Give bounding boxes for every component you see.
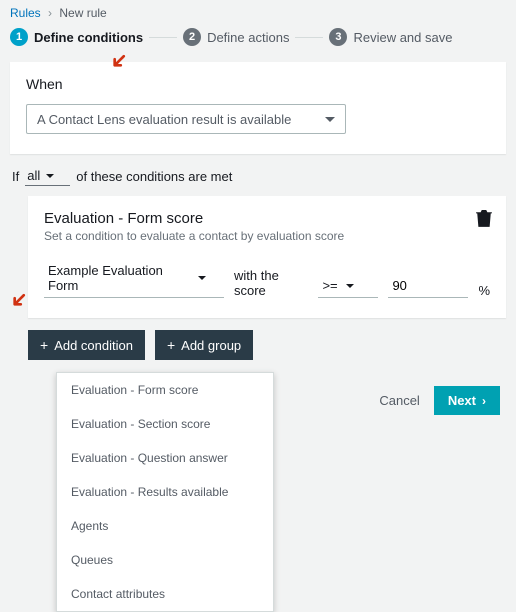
breadcrumb-current: New rule <box>59 6 106 20</box>
wizard-footer-actions: Cancel Next › <box>256 374 516 427</box>
when-trigger-select[interactable]: A Contact Lens evaluation result is avai… <box>26 104 346 134</box>
clause-suffix: of these conditions are met <box>76 169 232 184</box>
operator-value: >= <box>322 278 337 293</box>
trash-icon <box>476 210 492 228</box>
score-value-input[interactable] <box>388 274 468 298</box>
operator-select[interactable]: >= <box>318 274 378 298</box>
step-label: Define actions <box>207 30 289 45</box>
step-review-save[interactable]: 3 Review and save <box>329 28 452 46</box>
condition-buttons-row: + Add condition + Add group Evaluation -… <box>28 330 516 360</box>
add-group-label: Add group <box>181 338 241 353</box>
when-card: When A Contact Lens evaluation result is… <box>10 62 506 154</box>
next-button[interactable]: Next › <box>434 386 500 415</box>
when-trigger-value: A Contact Lens evaluation result is avai… <box>37 112 291 127</box>
clause-mode-select[interactable]: all <box>25 166 70 186</box>
menu-item-question-answer[interactable]: Evaluation - Question answer <box>57 441 273 475</box>
when-label: When <box>26 76 490 92</box>
condition-form-row: Example Evaluation Form with the score >… <box>44 259 490 298</box>
chevron-down-icon <box>325 117 335 122</box>
evaluation-form-select[interactable]: Example Evaluation Form <box>44 259 224 298</box>
condition-clause-row: If all of these conditions are met <box>0 166 516 196</box>
breadcrumb-separator: › <box>48 6 52 20</box>
step-connector <box>295 37 323 38</box>
next-label: Next <box>448 393 476 408</box>
condition-subtitle: Set a condition to evaluate a contact by… <box>44 229 490 243</box>
menu-item-section-score[interactable]: Evaluation - Section score <box>57 407 273 441</box>
step-label: Review and save <box>353 30 452 45</box>
menu-item-agents[interactable]: Agents <box>57 509 273 543</box>
evaluation-form-value: Example Evaluation Form <box>48 263 190 293</box>
plus-icon: + <box>40 337 48 353</box>
add-condition-button[interactable]: + Add condition <box>28 330 145 360</box>
step-number: 3 <box>329 28 347 46</box>
delete-condition-button[interactable] <box>476 210 492 231</box>
add-condition-dropdown: Evaluation - Form score Evaluation - Sec… <box>56 372 274 612</box>
plus-icon: + <box>167 337 175 353</box>
breadcrumb-root-link[interactable]: Rules <box>10 6 41 20</box>
step-connector <box>149 37 177 38</box>
chevron-down-icon <box>46 174 54 178</box>
step-define-conditions[interactable]: 1 Define conditions <box>10 28 143 46</box>
menu-item-contact-attributes[interactable]: Contact attributes <box>57 577 273 611</box>
chevron-right-icon: › <box>482 394 486 408</box>
menu-item-results-available[interactable]: Evaluation - Results available <box>57 475 273 509</box>
step-number: 2 <box>183 28 201 46</box>
add-group-button[interactable]: + Add group <box>155 330 253 360</box>
clause-mode-value: all <box>27 168 40 183</box>
chevron-down-icon <box>198 276 206 280</box>
breadcrumb: Rules › New rule <box>0 0 516 24</box>
condition-title: Evaluation - Form score <box>44 210 490 227</box>
with-score-label: with the score <box>234 268 308 298</box>
step-label: Define conditions <box>34 30 143 45</box>
step-number: 1 <box>10 28 28 46</box>
add-condition-label: Add condition <box>54 338 133 353</box>
clause-prefix: If <box>12 169 19 184</box>
menu-item-queues[interactable]: Queues <box>57 543 273 577</box>
cancel-button[interactable]: Cancel <box>379 393 419 408</box>
wizard-stepper: 1 Define conditions 2 Define actions 3 R… <box>0 24 516 62</box>
step-define-actions[interactable]: 2 Define actions <box>183 28 289 46</box>
chevron-down-icon <box>346 284 354 288</box>
menu-item-form-score[interactable]: Evaluation - Form score <box>57 373 273 407</box>
condition-form-score-card: Evaluation - Form score Set a condition … <box>28 196 506 318</box>
score-unit: % <box>478 283 490 298</box>
